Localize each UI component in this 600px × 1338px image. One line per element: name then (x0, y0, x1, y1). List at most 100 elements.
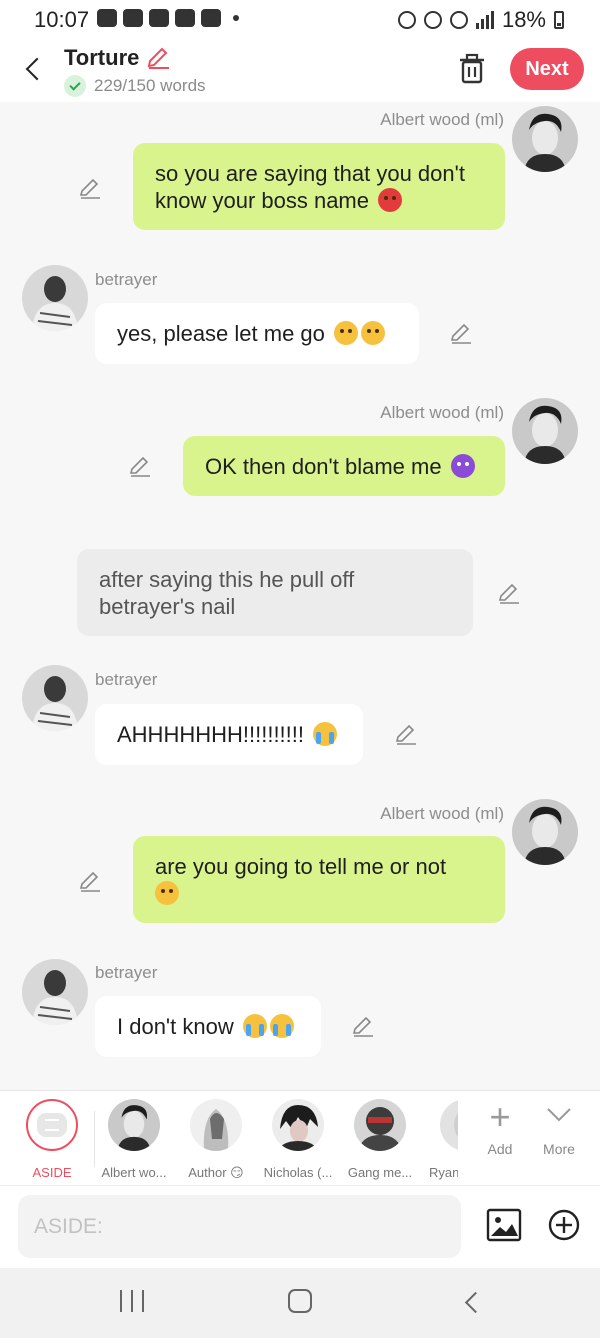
mute-icon (423, 11, 442, 29)
avatar (22, 959, 88, 1025)
character-ryan[interactable]: Ryan (410, 1099, 458, 1180)
edit-message-icon[interactable] (449, 321, 473, 345)
system-navigation-bar (0, 1268, 600, 1338)
character-gang-member[interactable]: Gang me... (340, 1099, 420, 1180)
story-title: Torture (64, 45, 140, 70)
avatar (354, 1099, 406, 1151)
sender-name: Albert wood (ml) (380, 804, 504, 823)
edit-message-icon[interactable] (78, 176, 102, 200)
app-notification-icon (149, 9, 169, 27)
character-nicholas[interactable]: Nicholas (... (258, 1099, 338, 1180)
more-notifications-dot (233, 15, 239, 21)
chat-area[interactable]: Albert wood (ml) so you are saying that … (0, 102, 600, 1090)
word-count-row: 229/150 words (64, 75, 206, 97)
message-text: OK then don't blame me (205, 453, 442, 479)
edit-message-icon[interactable] (497, 581, 521, 605)
avatar (22, 265, 88, 331)
message-text: are you going to tell me or not (155, 853, 447, 879)
chevron-down-icon (531, 1099, 587, 1141)
edit-message-icon[interactable] (351, 1014, 375, 1038)
sweat-emoji-icon (361, 321, 386, 345)
avatar (512, 106, 578, 172)
battery-icon (554, 11, 564, 29)
sender-name: betrayer (95, 963, 158, 982)
image-icon[interactable] (486, 1208, 522, 1242)
avatar (190, 1099, 242, 1151)
home-icon[interactable] (288, 1289, 312, 1313)
check-icon (64, 75, 86, 97)
battery-level: 18% (501, 7, 546, 32)
aside-input[interactable] (18, 1195, 461, 1258)
character-label: Nicholas (... (263, 1165, 333, 1180)
crying-emoji-icon (242, 1014, 267, 1038)
message-bubble[interactable]: so you are saying that you don't know yo… (133, 143, 505, 230)
wifi-icon (449, 11, 468, 29)
add-label: Add (487, 1141, 513, 1157)
character-albert[interactable]: Albert wo... (94, 1099, 174, 1180)
editor-header: Torture 229/150 words Next (0, 40, 600, 102)
sender-name: betrayer (95, 670, 158, 689)
sender-name: betrayer (95, 270, 158, 289)
chat-notification-icon (97, 9, 117, 27)
add-character-button[interactable]: + Add (472, 1096, 528, 1158)
character-label: Gang me... (347, 1165, 413, 1180)
sender-name: Albert wood (ml) (380, 110, 504, 129)
video-notification-icon (201, 9, 221, 27)
alarm-icon (397, 11, 416, 29)
word-count: 229/150 words (94, 76, 206, 95)
avatar (440, 1099, 458, 1151)
next-button[interactable]: Next (510, 48, 584, 90)
plus-icon: + (489, 1096, 511, 1137)
character-label: Author 😏 (188, 1165, 244, 1180)
angry-emoji-icon (378, 187, 403, 212)
edit-message-icon[interactable] (78, 869, 102, 893)
recents-icon[interactable] (120, 1290, 144, 1314)
video-notification-icon (175, 9, 195, 27)
sender-name: Albert wood (ml) (380, 403, 504, 422)
message-text: yes, please let me go (117, 321, 325, 346)
message-bubble[interactable]: AHHHHHHH!!!!!!!!!! (95, 704, 363, 765)
character-selector: ASIDE Albert wo... Author 😏 Nicholas (..… (0, 1090, 600, 1185)
avatar (512, 799, 578, 865)
trash-icon[interactable] (455, 52, 489, 86)
system-status: 18% (397, 7, 564, 33)
crying-emoji-icon (269, 1014, 294, 1038)
devil-emoji-icon (450, 453, 475, 478)
message-bubble[interactable]: yes, please let me go (95, 303, 419, 364)
character-aside[interactable]: ASIDE (12, 1099, 92, 1180)
character-author[interactable]: Author 😏 (176, 1099, 256, 1181)
message-bubble[interactable]: are you going to tell me or not (133, 836, 505, 923)
sad-emoji-icon (334, 321, 359, 345)
message-text: I don't know (117, 1014, 234, 1039)
message-text: AHHHHHHH!!!!!!!!!! (117, 722, 305, 747)
edit-title-icon[interactable] (145, 46, 171, 70)
avatar (22, 665, 88, 731)
title-row: Torture (64, 45, 171, 71)
message-bubble[interactable]: I don't know (95, 996, 321, 1057)
status-bar: 10:07 18% (0, 0, 600, 40)
aside-icon (26, 1099, 78, 1151)
edit-message-icon[interactable] (128, 454, 152, 478)
character-label: Albert wo... (101, 1165, 167, 1180)
message-bubble[interactable]: OK then don't blame me (183, 436, 505, 496)
avatar (108, 1099, 160, 1151)
more-characters-button[interactable]: More (531, 1099, 587, 1157)
status-time: 10:07 (34, 7, 90, 32)
character-label: ASIDE (32, 1165, 72, 1180)
smirk-emoji-icon (155, 880, 179, 905)
crying-emoji-icon (313, 722, 338, 746)
input-bar (0, 1185, 600, 1268)
edit-message-icon[interactable] (394, 722, 418, 746)
notification-icons (97, 9, 239, 27)
add-circle-icon[interactable] (547, 1208, 581, 1242)
narration-bubble[interactable]: after saying this he pull off betrayer's… (77, 549, 473, 636)
message-text: so you are saying that you don't know yo… (155, 160, 465, 213)
avatar (512, 398, 578, 464)
back-button[interactable] (18, 52, 48, 86)
character-label: Ryan (429, 1165, 458, 1180)
avatar (272, 1099, 324, 1151)
send-notification-icon (123, 9, 143, 27)
back-nav-icon[interactable] (460, 1288, 486, 1316)
more-label: More (543, 1141, 575, 1157)
narration-text: after saying this he pull off betrayer's… (99, 566, 355, 619)
